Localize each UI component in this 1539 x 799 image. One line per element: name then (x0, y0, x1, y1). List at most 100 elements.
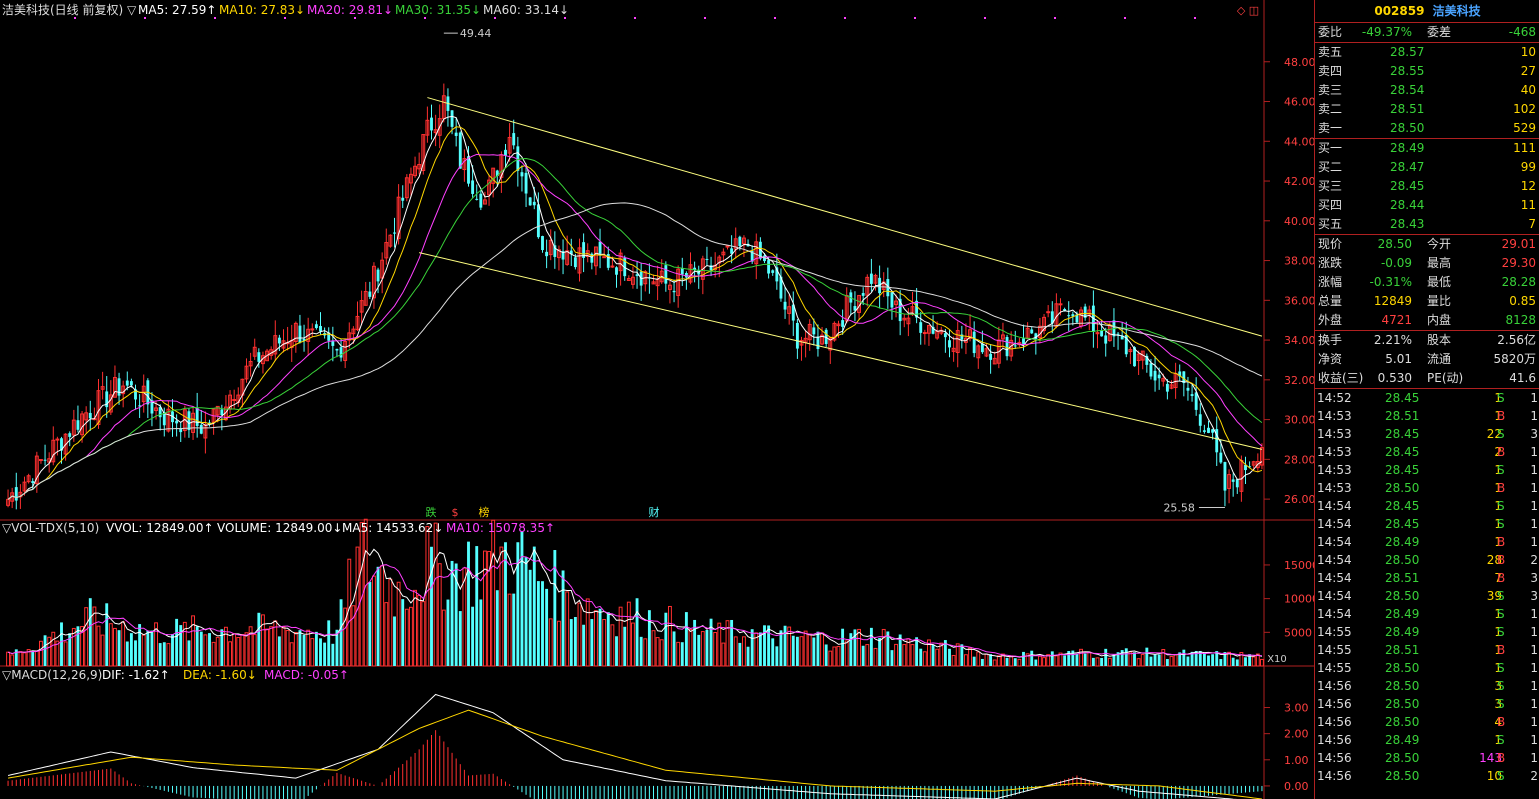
tick-count: 1 (1530, 445, 1538, 459)
volume-bar-up (964, 654, 968, 667)
tick-price: 28.49 (1385, 625, 1420, 639)
volume-bar-up (721, 642, 726, 667)
tick-time: 14:54 (1317, 553, 1352, 567)
tick-row[interactable]: 14:54 28.50 28 B 2 (1315, 551, 1539, 569)
candle-body-down (475, 198, 479, 200)
volume-bar-down (1219, 658, 1223, 666)
tick-price: 28.50 (1385, 715, 1420, 729)
volume-bar-up (1260, 658, 1264, 667)
volume-bar-down (138, 624, 142, 666)
tick-row[interactable]: 14:56 28.50 4 B 1 (1315, 713, 1539, 731)
volume-bar-down (175, 618, 179, 666)
volume-bar-down (512, 593, 516, 666)
volume-bar-up (293, 632, 298, 667)
stock-chart[interactable]: 26.00 28.00 30.00 32.00 34.00 36.00 38.00 40.00… (0, 0, 1314, 799)
candle-body-down (919, 322, 923, 333)
tick-row[interactable]: 14:56 28.50 3 S 1 (1315, 695, 1539, 713)
volume-bar-down (532, 546, 536, 666)
candle-body-down (598, 241, 602, 254)
tick-count: 1 (1530, 517, 1538, 531)
volume-bar-down (1202, 652, 1206, 666)
volume-bar-up (631, 622, 635, 667)
tick-row[interactable]: 14:53 28.45 22 S 3 (1315, 425, 1539, 443)
volume-bar-up (828, 650, 833, 667)
tick-count: 1 (1530, 643, 1538, 657)
tick-row[interactable]: 14:54 28.50 39 S 3 (1315, 587, 1539, 605)
tick-row[interactable]: 14:54 28.45 1 S 1 (1315, 515, 1539, 533)
tick-row[interactable]: 14:56 28.49 1 S 1 (1315, 731, 1539, 749)
volume-bar-down (1034, 659, 1038, 666)
volume-bar-down (117, 630, 121, 666)
price-tick-label: 30.00 (1284, 414, 1314, 427)
volume-bar-up (396, 581, 401, 667)
tick-count: 3 (1530, 427, 1538, 441)
sell-orders: 卖五 28.57 10 卖四 28.55 27 卖三 28.54 40 卖二 28.51 102 卖一 2… (1315, 42, 1539, 138)
volume-bar-up (1087, 651, 1092, 667)
candle-body-down (319, 325, 322, 332)
volume-bar-down (948, 648, 951, 666)
tick-row[interactable]: 14:53 28.45 1 S 1 (1315, 461, 1539, 479)
reference-dot (844, 17, 846, 19)
price-pane-title: 洁美科技(日线 前复权) ▽ (2, 2, 137, 17)
volume-bar-up (310, 638, 315, 667)
volume-bar-up (910, 644, 915, 667)
volume-bar-up (265, 628, 269, 667)
candle-body-down (1202, 430, 1206, 432)
volume-bar-up (643, 638, 648, 667)
tick-row[interactable]: 14:54 28.49 1 S 1 (1315, 605, 1539, 623)
volume-bar-down (841, 628, 845, 666)
volume-bar-down (919, 648, 923, 666)
volume-bar-down (763, 625, 766, 666)
candle-body-down (1030, 329, 1034, 334)
volume-bar-down (1244, 657, 1247, 666)
tick-time: 14:56 (1317, 733, 1352, 747)
volume-bar-down (639, 636, 643, 666)
tick-list[interactable]: 14:52 28.45 1 S 1 14:53 28.51 1 B 1 14:53 28.45 2 2 S 3… (1315, 388, 1539, 785)
tick-row[interactable]: 14:55 28.49 1 S 1 (1315, 623, 1539, 641)
stat-value: 2.56亿 (1497, 333, 1536, 347)
candle-body-down (467, 156, 470, 184)
tick-row[interactable]: 14:54 28.45 1 S 1 (1315, 497, 1539, 515)
tick-row[interactable]: 14:55 28.50 1 S 1 (1315, 659, 1539, 677)
candle-body-down (536, 204, 540, 238)
volume-bar-down (277, 636, 281, 666)
volume-bar-down (1165, 659, 1169, 666)
tick-row[interactable]: 14:55 28.51 1 B 1 (1315, 641, 1539, 659)
volume-bar-up (610, 624, 615, 667)
candle-body-down (471, 180, 475, 194)
buy-order-row: 买三 28.45 12 (1315, 177, 1539, 196)
tick-row[interactable]: 14:53 28.45 2 B 1 (1315, 443, 1539, 461)
volume-bar-up (1017, 658, 1022, 667)
volume-bar-down (430, 546, 433, 666)
tick-side: B (1497, 643, 1506, 657)
tick-row[interactable]: 14:54 28.51 7 B 3 (1315, 569, 1539, 587)
tick-row[interactable]: 14:56 28.50 143 B 1 (1315, 749, 1539, 767)
tick-price: 28.45 (1385, 427, 1420, 441)
candle-body-down (199, 424, 203, 434)
volume-bar-up (626, 601, 631, 667)
tick-row[interactable]: 14:52 28.45 1 S 1 (1315, 389, 1539, 407)
candle-body-down (943, 333, 947, 338)
volume-bar-down (331, 643, 335, 666)
price-tick-label: 26.00 (1284, 493, 1314, 506)
tick-row[interactable]: 14:54 28.49 1 B 1 (1315, 533, 1539, 551)
volume-tick-label: 15000 (1284, 559, 1314, 572)
candle-body-up (39, 459, 43, 462)
volume-bar-up (713, 632, 718, 667)
candle-body-down (972, 331, 976, 354)
volume-bar-down (1083, 653, 1087, 666)
volume-bar-up (421, 601, 426, 667)
tick-side: B (1497, 409, 1506, 423)
buy-order-row: 买四 28.44 11 (1315, 196, 1539, 215)
volume-bar-up (659, 639, 664, 667)
tick-row[interactable]: 14:56 28.50 3 S 1 (1315, 677, 1539, 695)
stat-row: 换手 2.21% 股本 2.56亿 (1315, 331, 1539, 350)
volume-bar-up (191, 615, 195, 667)
tick-count: 1 (1530, 715, 1538, 729)
tick-row[interactable]: 14:53 28.51 1 B 1 (1315, 407, 1539, 425)
volume-bar-down (635, 598, 639, 666)
volume-bar-down (536, 581, 540, 666)
tick-row[interactable]: 14:56 28.50 10 S 2 (1315, 767, 1539, 785)
tick-time: 14:54 (1317, 499, 1352, 513)
tick-row[interactable]: 14:53 28.50 1 B 1 (1315, 479, 1539, 497)
